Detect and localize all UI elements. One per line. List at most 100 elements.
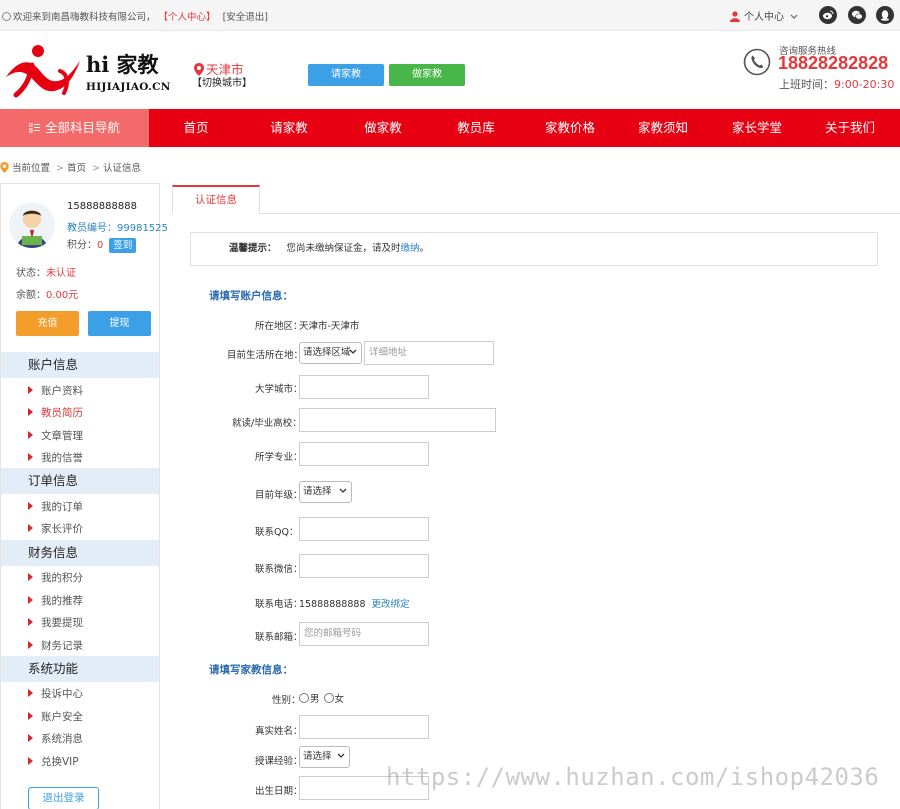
tutor-section-title: 请填写家教信息： [209, 664, 293, 676]
university-city-input[interactable] [299, 375, 429, 399]
breadcrumb: 当前位置 > 首页 > 认证信息 [0, 160, 141, 174]
logout-button[interactable]: 退出登录 [28, 787, 99, 809]
chevron-down-icon [339, 488, 347, 493]
nav-item-tutor-library[interactable]: 教员库 [429, 109, 523, 147]
major-input[interactable] [299, 442, 429, 466]
nav-item-be-tutor[interactable]: 做家教 [336, 109, 430, 147]
nav-item-hire-tutor[interactable]: 请家教 [242, 109, 336, 147]
gender-male-radio[interactable] [299, 693, 309, 703]
experience-select[interactable]: 请选择 [299, 746, 350, 768]
recharge-button[interactable]: 充值 [16, 311, 79, 336]
welcome-message: 欢迎来到南昌嗨教科技有限公司， [13, 12, 156, 23]
arrow-right-icon [28, 573, 33, 581]
user-icon [2, 12, 11, 21]
withdraw-button[interactable]: 提现 [88, 311, 151, 336]
chevron-down-icon [349, 349, 357, 354]
sidebar-item-label: 财务记录 [41, 640, 83, 652]
pay-deposit-link[interactable]: 缴纳 [401, 243, 420, 254]
major-label: 所学专业： [255, 452, 303, 463]
arrow-right-icon [28, 386, 33, 394]
breadcrumb-label: 当前位置 [12, 163, 51, 174]
sidebar-item-label: 家长评价 [41, 523, 83, 535]
sidebar-item-redeem-vip[interactable]: 兑换VIP [28, 754, 79, 769]
arrow-right-icon [28, 453, 33, 461]
signin-button[interactable]: 签到 [109, 238, 137, 253]
change-binding-link[interactable]: 更改绑定 [372, 599, 410, 610]
sidebar-item-tutor-resume[interactable]: 教员简历 [28, 405, 83, 420]
weibo-icon[interactable] [819, 6, 837, 24]
tab-divider [172, 213, 900, 214]
sidebar-item-label: 我的积分 [41, 572, 83, 584]
account-balance: 余额：0.00元 [16, 286, 78, 301]
contact-phone: 15888888888 [299, 599, 366, 610]
gender-female-radio[interactable] [323, 693, 334, 703]
residence-address-input[interactable]: 详细地址 [364, 341, 494, 365]
real-name-input[interactable] [299, 715, 429, 739]
logout-link[interactable]: [安全退出] [223, 12, 268, 23]
nav-item-home[interactable]: 首页 [149, 109, 243, 147]
school-input[interactable] [299, 408, 496, 432]
nav-item-parent-school[interactable]: 家长学堂 [710, 109, 804, 147]
logo-mark-icon[interactable] [2, 43, 84, 99]
sidebar-item-system-messages[interactable]: 系统消息 [28, 731, 83, 746]
sidebar-item-my-orders[interactable]: 我的订单 [28, 499, 83, 514]
grade-select[interactable]: 请选择 [299, 481, 352, 503]
worktime-label: 上班时间： [779, 78, 834, 91]
points-value: 0 [97, 240, 104, 251]
deposit-tip: 温馨提示： 您尚未缴纳保证金，请及时缴纳。 [190, 232, 878, 266]
person-icon [730, 11, 740, 22]
email-input[interactable]: 您的邮箱号码 [299, 622, 429, 646]
region-label: 所在地区： [255, 321, 303, 332]
sidebar-item-label: 教员简历 [41, 407, 83, 419]
breadcrumb-home[interactable]: 首页 [67, 163, 86, 174]
nav-item-prices[interactable]: 家教价格 [523, 109, 617, 147]
logo-domain: HIJIAJIAO.CN [86, 81, 171, 93]
auth-status: 状态：未认证 [16, 264, 76, 279]
gender-label: 性别： [272, 695, 301, 706]
user-menu[interactable]: 个人中心 [730, 8, 798, 23]
sidebar-item-account-security[interactable]: 账户安全 [28, 709, 83, 724]
tab-certification-info[interactable]: 认证信息 [172, 185, 260, 214]
switch-city-link[interactable]: 【切换城市】 [192, 74, 252, 89]
status-value: 未认证 [46, 268, 76, 279]
arrow-right-icon [28, 524, 33, 532]
residence-area-select[interactable]: 请选择区域 [299, 342, 362, 364]
nav-item-about[interactable]: 关于我们 [803, 109, 897, 147]
qq-icon[interactable] [876, 6, 894, 24]
watermark: https://www.huzhan.com/ishop42036 [386, 763, 880, 791]
sidebar-item-label: 投诉中心 [41, 688, 83, 700]
all-subjects-label: 全部科目导航 [44, 120, 120, 135]
section-order-info: 订单信息 [1, 468, 159, 494]
sidebar-item-my-points[interactable]: 我的积分 [28, 570, 83, 585]
sidebar-item-article-manage[interactable]: 文章管理 [28, 428, 83, 443]
sidebar-item-parent-reviews[interactable]: 家长评价 [28, 521, 83, 536]
experience-select-value: 请选择 [303, 751, 332, 762]
personal-center-link[interactable]: 【个人中心】 [159, 12, 216, 23]
arrow-right-icon [28, 712, 33, 720]
hire-tutor-button[interactable]: 请家教 [308, 64, 384, 86]
school-label: 就读/毕业高校： [232, 418, 302, 429]
gender-options: 男 女 [299, 691, 344, 705]
phone-value: 15888888888 更改绑定 [299, 596, 410, 610]
sidebar-item-finance-records[interactable]: 财务记录 [28, 638, 83, 653]
breadcrumb-separator: > [56, 163, 65, 174]
logo-title[interactable]: hi 家教 [86, 49, 159, 79]
sidebar-item-my-referrals[interactable]: 我的推荐 [28, 593, 83, 608]
sidebar-item-label: 账户安全 [41, 711, 83, 723]
sidebar-item-complaints[interactable]: 投诉中心 [28, 686, 83, 701]
welcome-text: 欢迎来到南昌嗨教科技有限公司， 【个人中心】 [安全退出] [2, 9, 268, 23]
nav-item-notice[interactable]: 家教须知 [616, 109, 710, 147]
sidebar-item-credit[interactable]: 我的信誉 [28, 450, 83, 465]
wechat-input[interactable] [299, 554, 429, 578]
sidebar-item-withdraw[interactable]: 我要提现 [28, 615, 83, 630]
balance-value: 0.00元 [46, 290, 79, 301]
gender-female-label: 女 [334, 694, 345, 705]
grade-label: 目前年级： [255, 490, 303, 501]
be-tutor-button[interactable]: 做家教 [389, 64, 465, 86]
all-subjects-nav[interactable]: 全部科目导航 [0, 109, 149, 147]
qq-input[interactable] [299, 517, 429, 541]
wechat-icon[interactable] [848, 6, 866, 24]
phone-icon [743, 48, 771, 76]
sidebar-item-account-profile[interactable]: 账户资料 [28, 383, 83, 398]
section-system-functions: 系统功能 [1, 656, 159, 682]
